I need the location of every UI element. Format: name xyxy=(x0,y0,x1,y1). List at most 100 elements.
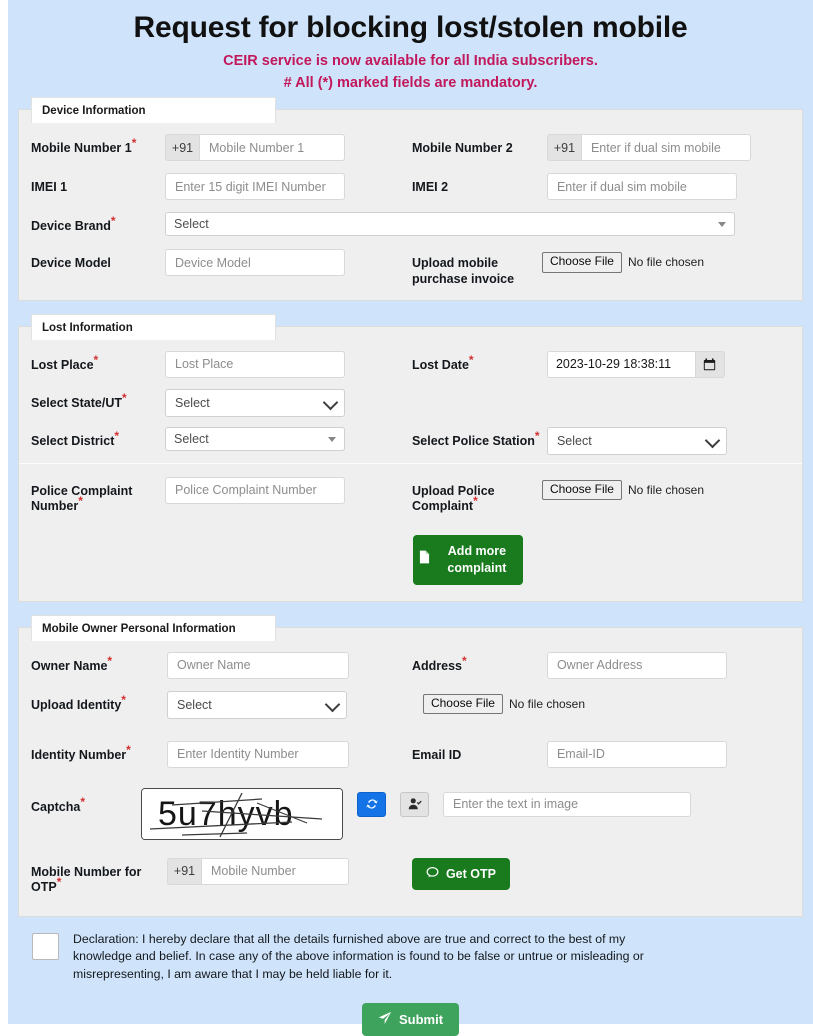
required-asterisk: * xyxy=(114,428,120,443)
submit-label: Submit xyxy=(398,1012,444,1028)
page-title: Request for blocking lost/stolen mobile xyxy=(133,11,688,44)
required-asterisk: * xyxy=(110,214,116,229)
device-brand-label: Device Brand* xyxy=(31,214,116,234)
district-label: Select District* xyxy=(31,428,120,448)
otp-mobile-prefix: +91 xyxy=(167,857,201,885)
district-select[interactable]: Select xyxy=(165,426,345,451)
complaint-number-input[interactable] xyxy=(165,476,345,504)
lost-date-input[interactable]: 2023-10-29 18:38:11 xyxy=(546,350,695,378)
identity-file-input[interactable]: Choose File No file chosen xyxy=(422,691,790,714)
mobile-number-1-prefix: +91 xyxy=(165,134,199,162)
page-root: Request for blocking lost/stolen mobile … xyxy=(8,0,813,1036)
declaration-row: Declaration: I hereby declare that all t… xyxy=(8,917,813,983)
add-more-complaint-button[interactable]: Add more complaint xyxy=(412,534,523,585)
imei-1-input[interactable] xyxy=(165,173,345,201)
upload-complaint-file-input[interactable]: Choose File No file chosen xyxy=(541,477,790,500)
imei-1-label: IMEI 1 xyxy=(31,180,68,195)
captcha-input[interactable] xyxy=(443,791,691,817)
otp-mobile-input[interactable] xyxy=(201,857,349,885)
choose-file-button[interactable]: Choose File xyxy=(541,479,622,500)
mobile-number-2-input[interactable] xyxy=(580,134,751,162)
identity-number-label: Identity Number* xyxy=(31,742,131,762)
upload-identity-value: Select xyxy=(177,697,212,712)
service-availability-note: CEIR service is now available for all In… xyxy=(223,53,598,70)
owner-information-legend: Mobile Owner Personal Information xyxy=(31,614,276,641)
police-station-group: Select Police Station* Select xyxy=(411,426,790,455)
submit-button[interactable]: Submit xyxy=(361,1003,460,1036)
message-icon xyxy=(426,866,439,882)
lost-place-input[interactable] xyxy=(165,350,345,378)
captcha-row: Captcha* 5u7hyvb xyxy=(19,787,802,840)
device-model-input[interactable] xyxy=(165,249,345,277)
lost-date-input-group: 2023-10-29 18:38:11 xyxy=(546,350,790,378)
device-brand-value: Select xyxy=(174,217,209,232)
mandatory-fields-note: # All (*) marked fields are mandatory. xyxy=(283,75,538,92)
lost-information-body: Lost Place* Lost Date* 2023-10-29 18:38:… xyxy=(19,327,802,601)
refresh-captcha-button[interactable] xyxy=(357,791,386,817)
otp-row: Mobile Number for OTP* +91 Mobile Number… xyxy=(19,857,802,896)
send-icon xyxy=(378,1011,392,1028)
police-station-value: Select xyxy=(556,433,592,448)
calendar-icon-button[interactable] xyxy=(694,350,725,378)
lost-place-row: Lost Place* Lost Date* 2023-10-29 18:38:… xyxy=(19,350,802,378)
captcha-audio-help-button[interactable] xyxy=(400,791,429,817)
upload-invoice-label: Upload mobile purchase invoice xyxy=(411,256,515,287)
complaint-file-status: No file chosen xyxy=(627,482,705,497)
state-select[interactable]: Select xyxy=(165,388,345,417)
imei-2-label: IMEI 2 xyxy=(411,180,449,195)
owner-name-label: Owner Name* xyxy=(31,653,113,673)
imei-row: IMEI 1 IMEI 2 xyxy=(19,173,802,201)
device-brand-row: Device Brand* Select xyxy=(19,212,802,237)
required-asterisk: * xyxy=(80,794,85,809)
required-asterisk: * xyxy=(461,653,467,668)
owner-name-row: Owner Name* Address* xyxy=(19,651,802,679)
calendar-icon xyxy=(704,358,716,370)
otp-mobile-label: Mobile Number for OTP* xyxy=(31,864,142,895)
add-more-complaint-label: Add more complaint xyxy=(447,543,507,575)
captcha-label: Captcha* xyxy=(31,794,85,814)
mobile-number-2-prefix: +91 xyxy=(546,134,581,162)
address-group: Address* xyxy=(411,651,790,679)
device-brand-select[interactable]: Select xyxy=(165,212,735,237)
chevron-down-icon xyxy=(704,432,721,448)
owner-information-panel: Mobile Owner Personal Information Owner … xyxy=(18,614,803,917)
choose-file-button[interactable]: Choose File xyxy=(422,693,503,714)
mobile-number-1-input-group: +91 xyxy=(165,134,412,162)
identity-file-group: Choose File No file chosen xyxy=(412,691,790,714)
get-otp-label: Get OTP xyxy=(445,866,496,881)
lost-place-label: Lost Place* xyxy=(31,352,99,372)
owner-name-input[interactable] xyxy=(167,651,349,679)
email-input[interactable] xyxy=(546,740,727,768)
state-label: Select State/UT* xyxy=(31,390,127,410)
choose-file-button[interactable]: Choose File xyxy=(541,252,622,273)
police-station-select[interactable]: Select xyxy=(546,426,727,455)
police-station-label: Select Police Station* xyxy=(411,428,540,448)
identity-number-group: Identity Number* xyxy=(31,740,412,768)
device-information-body: Mobile Number 1* +91 Mobile Number 2 +91 xyxy=(19,110,802,299)
identity-number-input[interactable] xyxy=(167,740,349,768)
chevron-down-icon xyxy=(322,394,339,410)
upload-complaint-group: Upload Police Complaint* Choose File No … xyxy=(412,477,790,585)
otp-mobile-input-group: +91 xyxy=(167,857,412,885)
mobile-number-1-group: Mobile Number 1* +91 xyxy=(31,134,412,162)
lost-information-legend: Lost Information xyxy=(31,313,276,340)
mobile-number-1-input[interactable] xyxy=(199,134,345,162)
address-input[interactable] xyxy=(546,651,727,679)
mobile-number-2-input-group: +91 xyxy=(546,134,790,162)
upload-invoice-file-input[interactable]: Choose File No file chosen xyxy=(541,249,790,273)
required-asterisk: * xyxy=(534,428,540,443)
lost-place-group: Lost Place* xyxy=(31,350,412,378)
mobile-number-1-label: Mobile Number 1* xyxy=(31,136,137,156)
required-asterisk: * xyxy=(473,494,478,509)
owner-name-group: Owner Name* xyxy=(31,651,412,679)
upload-identity-select[interactable]: Select xyxy=(167,690,347,719)
chevron-down-icon xyxy=(718,222,726,228)
district-group: Select District* Select xyxy=(31,426,412,451)
required-asterisk: * xyxy=(93,352,99,367)
state-row: Select State/UT* Select xyxy=(19,388,802,417)
address-label: Address* xyxy=(411,653,467,673)
get-otp-button[interactable]: Get OTP xyxy=(411,857,510,890)
upload-invoice-group: Upload mobile purchase invoice Choose Fi… xyxy=(412,249,790,287)
declaration-checkbox[interactable] xyxy=(32,932,59,960)
imei-2-input[interactable] xyxy=(546,173,737,201)
